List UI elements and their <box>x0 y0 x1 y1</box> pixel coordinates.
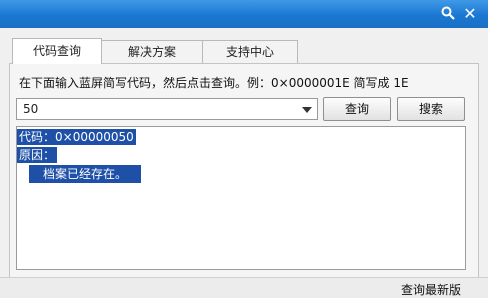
result-reason-label: 原因： <box>17 147 58 163</box>
title-bar: ✕ <box>0 0 488 29</box>
search-button[interactable]: 搜索 <box>397 97 465 121</box>
result-textbox[interactable]: 代码：0×00000050 原因： 档案已经存在。 <box>16 126 466 270</box>
search-icon[interactable] <box>438 3 458 23</box>
tab-support-center[interactable]: 支持中心 <box>202 40 298 63</box>
code-input[interactable]: 50 <box>16 98 318 120</box>
chevron-down-icon[interactable] <box>302 107 312 113</box>
query-button[interactable]: 查询 <box>323 97 391 121</box>
close-icon[interactable]: ✕ <box>460 3 480 23</box>
tab-code-query[interactable]: 代码查询 <box>12 38 102 64</box>
check-latest-version-link[interactable]: 查询最新版 <box>401 281 461 298</box>
result-reason-text: 档案已经存在。 <box>29 165 142 183</box>
tab-bar: 代码查询 解决方案 支持中心 <box>0 38 488 64</box>
code-input-value: 50 <box>23 102 39 116</box>
instruction-text: 在下面输入蓝屏简写代码，然后点击查询。例：0×0000001E 简写成 1E <box>19 76 409 90</box>
status-bar: 查询最新版 <box>0 277 488 298</box>
tab-solutions[interactable]: 解决方案 <box>101 40 203 63</box>
code-query-panel: 在下面输入蓝屏简写代码，然后点击查询。例：0×0000001E 简写成 1E 5… <box>9 63 479 289</box>
main-window: 代码查询 解决方案 支持中心 在下面输入蓝屏简写代码，然后点击查询。例：0×00… <box>0 28 488 298</box>
result-code-line: 代码：0×00000050 <box>17 129 136 145</box>
